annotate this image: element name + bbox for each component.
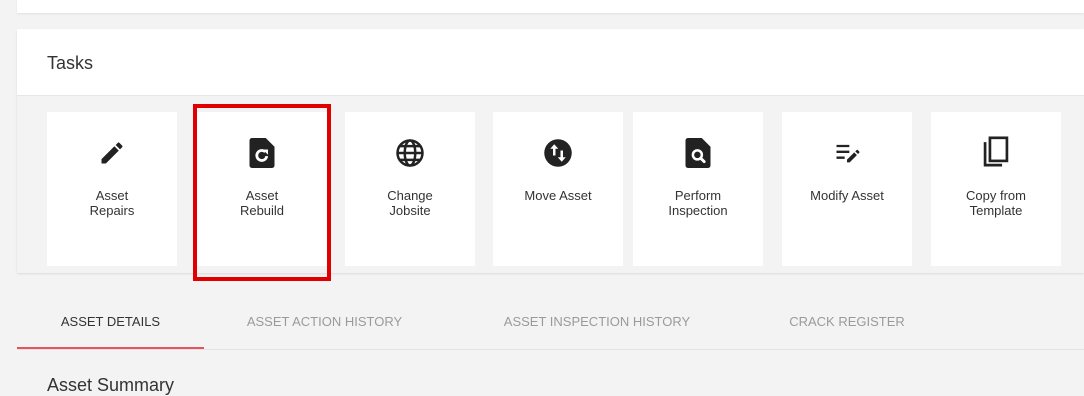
perform-inspection-button[interactable]: Perform Inspection: [633, 112, 763, 266]
change-jobsite-label: Change Jobsite: [387, 188, 433, 218]
rebuild-file-icon: [197, 136, 327, 170]
edit-list-icon: [782, 136, 912, 170]
perform-inspection-label: Perform Inspection: [668, 188, 728, 218]
modify-asset-button[interactable]: Modify Asset: [782, 112, 912, 266]
tab-asset-details[interactable]: ASSET DETAILS: [17, 296, 204, 349]
move-asset-button[interactable]: Move Asset: [493, 112, 623, 266]
tasks-title: Tasks: [47, 53, 94, 73]
asset-repairs-label: Asset Repairs: [89, 188, 135, 218]
move-arrows-icon: [493, 136, 623, 170]
tab-asset-action-history[interactable]: ASSET ACTION HISTORY: [217, 296, 432, 349]
change-jobsite-button[interactable]: Change Jobsite: [345, 112, 475, 266]
globe-icon: [345, 136, 475, 170]
section-title: Asset Summary: [47, 375, 175, 395]
tab-asset-inspection-history[interactable]: ASSET INSPECTION HISTORY: [467, 296, 727, 349]
tasks-panel: Tasks Asset Repairs Asset Rebuild Change…: [17, 29, 1084, 273]
copy-from-template-label: Copy from Template: [966, 188, 1026, 218]
tasks-tiles: Asset Repairs Asset Rebuild Change Jobsi…: [17, 96, 1084, 273]
tab-crack-register[interactable]: CRACK REGISTER: [762, 296, 932, 349]
copy-icon: [931, 136, 1061, 170]
asset-repairs-button[interactable]: Asset Repairs: [47, 112, 177, 266]
asset-rebuild-button[interactable]: Asset Rebuild: [197, 112, 327, 266]
tasks-header: Tasks: [17, 29, 1084, 96]
asset-rebuild-label: Asset Rebuild: [239, 188, 285, 218]
asset-tabs: ASSET DETAILS ASSET ACTION HISTORY ASSET…: [17, 296, 1084, 350]
pencil-icon: [47, 136, 177, 170]
move-asset-label: Move Asset: [524, 188, 592, 203]
top-card: [17, 0, 1084, 13]
modify-asset-label: Modify Asset: [810, 188, 884, 203]
inspection-search-icon: [633, 136, 763, 170]
copy-from-template-button[interactable]: Copy from Template: [931, 112, 1061, 266]
